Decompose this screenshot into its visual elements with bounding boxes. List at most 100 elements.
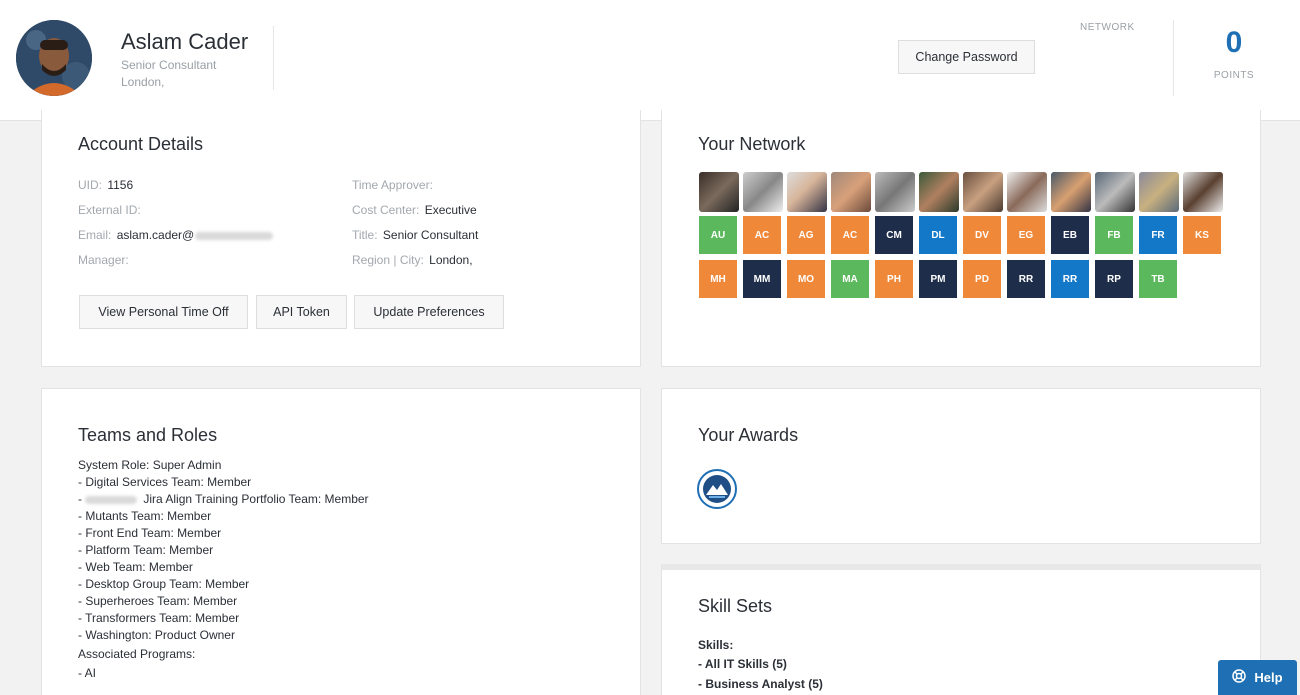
skills-label: Skills: (698, 638, 734, 652)
user-title: Senior Consultant (121, 58, 217, 72)
manager-label: Manager: (78, 253, 129, 267)
help-button[interactable]: Help (1218, 660, 1297, 695)
team-item: - Web Team: Member (78, 560, 193, 574)
network-member-chip[interactable]: AG (787, 216, 825, 254)
team-item: - Washington: Product Owner (78, 628, 235, 642)
time-approver-field: Time Approver: (352, 178, 433, 192)
title-value: Senior Consultant (382, 228, 479, 242)
title-field: Title: Senior Consultant (352, 228, 478, 242)
network-member-chip[interactable]: AC (831, 216, 869, 254)
team-item-text: Jira Align Training Portfolio Team: Memb… (143, 492, 369, 506)
region-field: Region | City: London, (352, 253, 473, 267)
network-member-chip[interactable]: PH (875, 260, 913, 298)
network-member-photo[interactable] (787, 172, 827, 212)
team-item: - Front End Team: Member (78, 526, 222, 540)
network-member-photo[interactable] (743, 172, 783, 212)
redacted-text (85, 495, 138, 504)
team-item: - Digital Services Team: Member (78, 475, 252, 489)
uid-label: UID: (78, 178, 102, 192)
system-role: System Role: Super Admin (78, 458, 222, 472)
network-member-photo[interactable] (1007, 172, 1047, 212)
team-item: - Platform Team: Member (78, 543, 214, 557)
network-member-chip[interactable]: PD (963, 260, 1001, 298)
user-name: Aslam Cader (121, 29, 249, 54)
network-member-chip[interactable]: MH (699, 260, 737, 298)
profile-header: Aslam Cader Senior Consultant London, Ch… (0, 0, 1300, 121)
network-member-photo[interactable] (1183, 172, 1223, 212)
network-member-chip[interactable]: KS (1183, 216, 1221, 254)
network-title: Your Network (698, 134, 806, 154)
region-value: London, (429, 253, 473, 267)
team-item: - Desktop Group Team: Member (78, 577, 250, 591)
network-member-chip[interactable]: RR (1051, 260, 1089, 298)
view-personal-time-off-button[interactable]: View Personal Time Off (79, 295, 248, 329)
awards-panel: Your Awards (661, 388, 1261, 544)
cost-center-label: Cost Center: (352, 203, 420, 217)
external-id-label: External ID: (78, 203, 141, 217)
cost-center-field: Cost Center: Executive (352, 203, 477, 217)
network-member-photo[interactable] (1051, 172, 1091, 212)
network-member-chip[interactable]: FB (1095, 216, 1133, 254)
network-panel: Your Network AU AC AG AC CM DL DV EG EB FB FR KS MH M… (661, 110, 1261, 367)
network-member-chip[interactable]: AC (743, 216, 781, 254)
skill-item: - All IT Skills (5) (698, 657, 787, 671)
network-photos (699, 172, 1223, 212)
skill-item: - Business Analyst (5) (698, 677, 823, 691)
skill-sets-panel: Skill Sets Skills: - All IT Skills (5) -… (661, 564, 1261, 695)
uid-field: UID: 1156 (78, 178, 133, 192)
network-member-photo[interactable] (963, 172, 1003, 212)
network-member-chip[interactable]: CM (875, 216, 913, 254)
user-location: London, (121, 75, 165, 89)
teams-list: System Role: Super Admin - Digital Servi… (78, 457, 369, 682)
skill-sets-title: Skill Sets (698, 596, 773, 616)
award-badge-icon[interactable] (697, 469, 737, 509)
team-item: - Jira Align Training Portfolio Team: Me… (78, 492, 369, 506)
uid-value: 1156 (107, 178, 134, 192)
teams-roles-panel: Teams and Roles System Role: Super Admin… (41, 388, 641, 695)
change-password-button[interactable]: Change Password (898, 40, 1035, 74)
network-member-photo[interactable] (699, 172, 739, 212)
email-field: Email: aslam.cader@ (78, 228, 274, 242)
network-member-chip[interactable]: DV (963, 216, 1001, 254)
redacted-text (195, 231, 274, 240)
help-label: Help (1254, 670, 1283, 685)
teams-roles-title: Teams and Roles (78, 425, 218, 445)
network-member-photo[interactable] (1095, 172, 1135, 212)
network-member-chip[interactable]: MM (743, 260, 781, 298)
network-member-photo[interactable] (831, 172, 871, 212)
title-label: Title: (352, 228, 378, 242)
account-details-title: Account Details (78, 134, 204, 154)
network-member-chip[interactable]: FR (1139, 216, 1177, 254)
points-value: 0 (1225, 26, 1243, 59)
team-item: - Superheroes Team: Member (78, 594, 238, 608)
points-label: POINTS (1213, 70, 1255, 81)
cost-center-value: Executive (424, 203, 477, 217)
network-member-chip[interactable]: EG (1007, 216, 1045, 254)
network-member-photo[interactable] (875, 172, 915, 212)
time-approver-label: Time Approver: (352, 178, 433, 192)
network-member-chip[interactable]: AU (699, 216, 737, 254)
network-label: NETWORK (1080, 22, 1135, 33)
team-item: - Mutants Team: Member (78, 509, 212, 523)
network-member-chip[interactable]: MA (831, 260, 869, 298)
network-member-chip[interactable]: RP (1095, 260, 1133, 298)
lifebuoy-icon (1232, 669, 1247, 686)
network-member-chip[interactable]: EB (1051, 216, 1089, 254)
network-member-chip[interactable]: TB (1139, 260, 1177, 298)
network-member-photo[interactable] (919, 172, 959, 212)
header-divider (273, 26, 274, 90)
awards-title: Your Awards (698, 425, 799, 445)
associated-programs-label: Associated Programs: (78, 647, 196, 661)
team-item: - Transformers Team: Member (78, 611, 240, 625)
network-member-chip[interactable]: DL (919, 216, 957, 254)
network-member-photo[interactable] (1139, 172, 1179, 212)
api-token-button[interactable]: API Token (256, 295, 347, 329)
network-member-chip[interactable]: RR (1007, 260, 1045, 298)
account-details-panel: Account Details UID: 1156 External ID: E… (41, 110, 641, 367)
email-label: Email: (78, 228, 112, 242)
program-item: - AI (78, 666, 97, 680)
network-member-chip[interactable]: MO (787, 260, 825, 298)
email-value: aslam.cader@ (116, 228, 195, 242)
network-member-chip[interactable]: PM (919, 260, 957, 298)
update-preferences-button[interactable]: Update Preferences (354, 295, 504, 329)
